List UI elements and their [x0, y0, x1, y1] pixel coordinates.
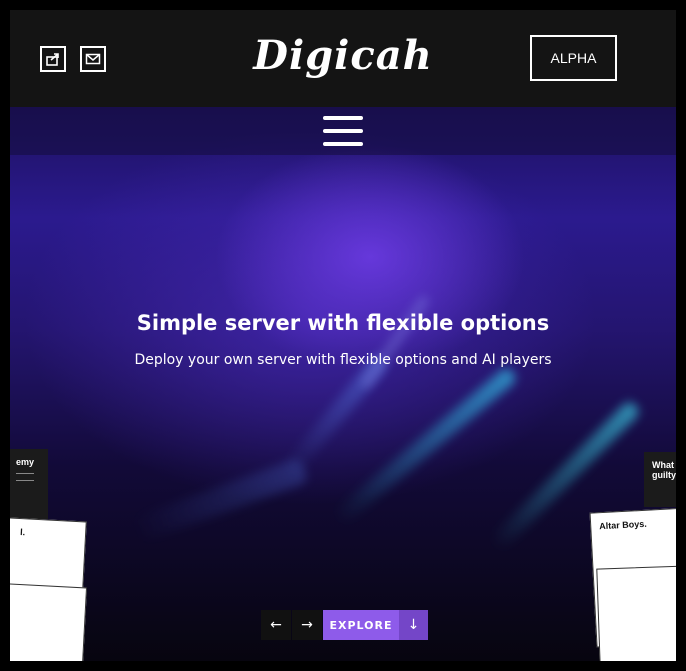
arrow-right-icon: → [301, 617, 313, 633]
arrow-down-icon: ↓ [407, 617, 420, 633]
white-card-right-bottom [596, 565, 676, 661]
next-slide-button[interactable]: → [292, 610, 322, 640]
top-bar: Digicah ALPHA [10, 10, 676, 107]
light-streak [130, 457, 310, 543]
card-text: emy [16, 457, 35, 467]
card-text: l. [19, 527, 26, 538]
explore-down-button[interactable]: ↓ [399, 610, 428, 640]
card-text: What guilty [652, 460, 676, 480]
white-card-left-bottom [10, 582, 88, 661]
black-card-right: What guilty [644, 452, 676, 507]
explore-button[interactable]: EXPLORE [323, 610, 399, 640]
app-frame: Digicah ALPHA Simple server with flexibl… [10, 10, 676, 661]
prev-slide-button[interactable]: ← [261, 610, 291, 640]
black-card-left: emy [10, 449, 48, 519]
hero-section: Simple server with flexible options Depl… [10, 107, 676, 661]
light-streak [359, 294, 431, 390]
arrow-left-icon: ← [270, 617, 282, 633]
hero-title: Simple server with flexible options [136, 311, 550, 335]
white-card-left: l. [10, 516, 87, 592]
hamburger-menu-icon[interactable] [323, 116, 363, 146]
hero-subtitle: Deploy your own server with flexible opt… [134, 352, 552, 368]
card-text: Altar Boys. [598, 518, 647, 532]
menu-strip [10, 107, 676, 155]
alpha-button[interactable]: ALPHA [530, 35, 617, 81]
